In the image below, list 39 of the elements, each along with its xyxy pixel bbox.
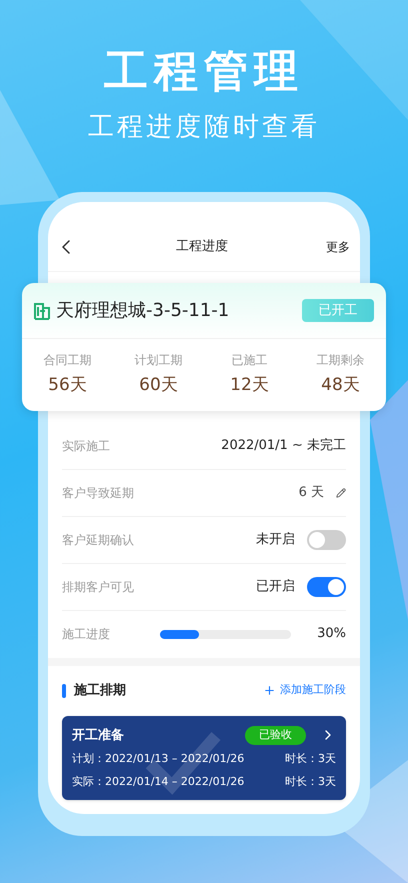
plus-icon: [263, 684, 276, 697]
row-value: 2022/01/1 ~ 未完工: [221, 436, 346, 455]
stat-label: 计划工期: [134, 352, 182, 369]
building-icon: [34, 302, 50, 320]
more-button[interactable]: 更多: [326, 238, 354, 256]
section-title: 施工排期: [74, 682, 126, 700]
stat-label: 已施工: [232, 352, 268, 369]
stage-name: 开工准备: [72, 726, 124, 744]
toggle-status: 已开启: [256, 578, 295, 596]
row-label: 排期客户可见: [62, 578, 134, 596]
stage-card[interactable]: 开工准备 已验收 计划：2022/01/13 – 2022/01/26 时长：3天 实际：2022/01/14 – 2022/01/26 时长：3天: [62, 716, 346, 800]
row-label: 客户导致延期: [62, 484, 134, 502]
subheadline: 工程进度随时查看: [88, 111, 320, 144]
plan-dates: 计划：2022/01/13 – 2022/01/26: [72, 751, 244, 767]
actual-dates: 实际：2022/01/14 – 2022/01/26: [72, 774, 244, 790]
stat-value: 48天: [321, 374, 360, 397]
row-label: 施工进度: [62, 626, 110, 643]
stat-label: 工期剩余: [316, 352, 364, 369]
nav-title: 工程进度: [176, 238, 228, 256]
progress-value: 30%: [317, 625, 346, 644]
stage-status: 已验收: [245, 726, 306, 745]
toggle-status: 未开启: [256, 530, 295, 549]
add-stage-button[interactable]: 添加施工阶段: [263, 682, 346, 699]
stat-value: 12天: [230, 374, 269, 397]
headline: 工程管理: [104, 45, 304, 99]
stat-label: 合同工期: [44, 352, 92, 369]
actual-duration: 时长：3天: [285, 774, 336, 790]
stat-value: 60天: [139, 374, 178, 397]
status-badge: 已开工: [302, 299, 374, 322]
edit-icon[interactable]: [336, 488, 346, 498]
project-name: 天府理想城-3-5-11-1: [56, 299, 230, 323]
plan-duration: 时长：3天: [285, 751, 336, 767]
row-label: 客户延期确认: [62, 532, 134, 548]
row-label: 实际施工: [62, 438, 110, 454]
row-value: 6 天: [298, 484, 324, 502]
section-marker: [62, 684, 66, 698]
stat-value: 56天: [48, 374, 87, 397]
toggle-switch[interactable]: [307, 576, 346, 596]
toggle-switch[interactable]: [307, 530, 346, 550]
